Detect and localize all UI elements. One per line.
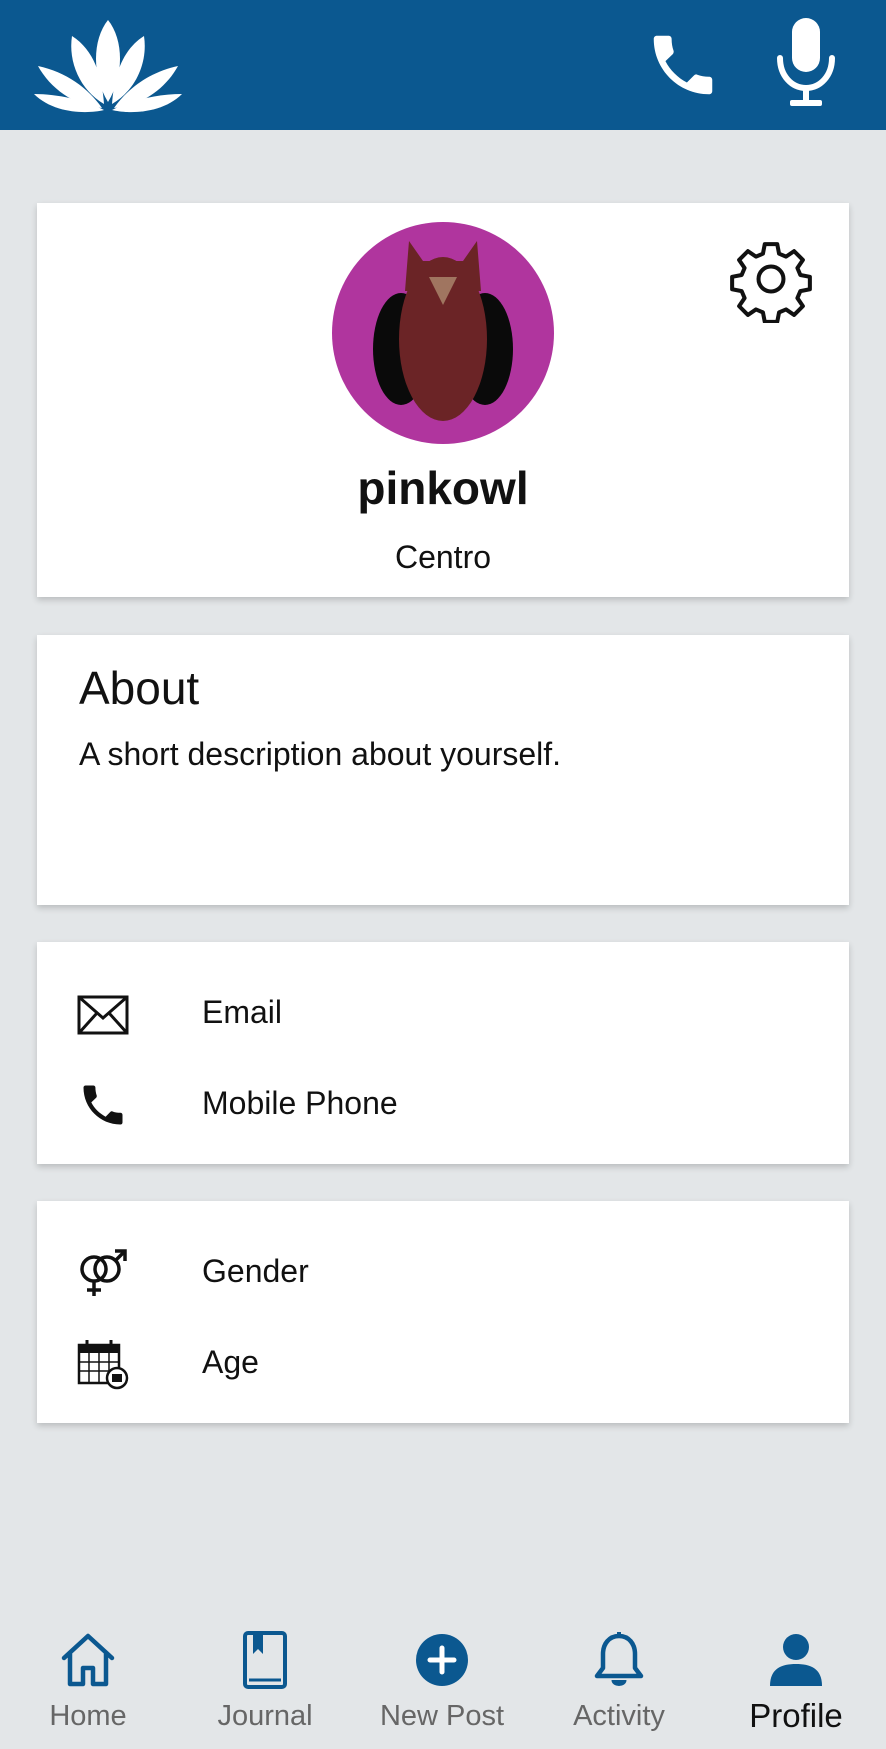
username: pinkowl: [357, 462, 529, 514]
gender-label: Gender: [202, 1253, 309, 1289]
nav-profile[interactable]: Profile: [708, 1612, 884, 1749]
mobile-phone-row[interactable]: Mobile Phone: [77, 1073, 777, 1133]
person-icon: [770, 1634, 822, 1686]
nav-activity-label: Activity: [573, 1700, 665, 1732]
home-icon: [61, 1633, 115, 1687]
avatar[interactable]: [331, 221, 555, 445]
nav-activity[interactable]: Activity: [531, 1612, 707, 1749]
gender-icon: [80, 1249, 127, 1296]
email-label: Email: [202, 994, 283, 1030]
nav-profile-label: Profile: [749, 1697, 843, 1734]
bell-icon: [594, 1632, 644, 1686]
nav-home[interactable]: Home: [0, 1612, 176, 1749]
user-location: Centro: [394, 539, 492, 575]
nav-new-post-label: New Post: [379, 1700, 505, 1732]
email-row[interactable]: Email: [77, 982, 777, 1042]
envelope-icon: [77, 995, 129, 1035]
settings-gear-icon[interactable]: [727, 235, 815, 323]
profile-card: pinkowl Centro: [37, 203, 849, 597]
age-row[interactable]: Age: [77, 1332, 777, 1392]
nav-journal[interactable]: Journal: [177, 1612, 353, 1749]
mobile-phone-label: Mobile Phone: [202, 1085, 398, 1121]
personal-info-card: Gender Age: [37, 1201, 849, 1423]
about-card[interactable]: About A short description about yourself…: [37, 635, 849, 905]
calendar-icon: [77, 1340, 129, 1390]
lotus-logo-icon[interactable]: [32, 14, 184, 114]
phone-icon[interactable]: [644, 26, 722, 104]
about-description: A short description about yourself.: [79, 736, 562, 772]
add-circle-icon: [416, 1634, 468, 1686]
journal-icon: [243, 1631, 287, 1689]
gender-row[interactable]: Gender: [77, 1241, 777, 1301]
nav-new-post[interactable]: New Post: [354, 1612, 530, 1749]
age-label: Age: [202, 1344, 259, 1380]
microphone-icon[interactable]: [772, 16, 840, 108]
nav-journal-label: Journal: [217, 1700, 313, 1732]
bottom-navigation: Home Journal New Post Activity Profile: [0, 1612, 886, 1749]
about-title: About: [79, 662, 200, 714]
nav-home-label: Home: [49, 1700, 127, 1732]
phone-icon: [83, 1085, 123, 1125]
app-header: [0, 0, 886, 130]
contact-card: Email Mobile Phone: [37, 942, 849, 1164]
